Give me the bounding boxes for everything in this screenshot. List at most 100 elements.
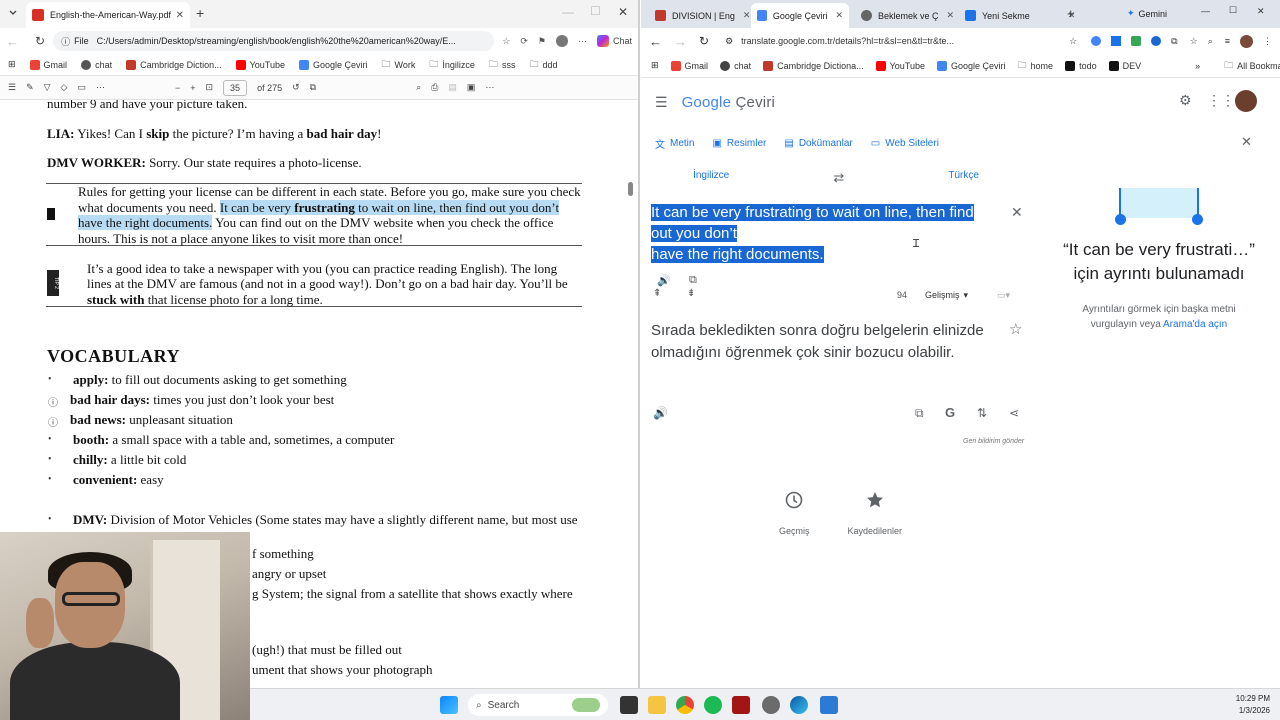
close-window-button[interactable]: ✕ <box>1257 6 1265 17</box>
erase-icon[interactable]: ◇ <box>61 82 68 93</box>
refresh-page-icon[interactable]: ⟳ <box>520 36 528 47</box>
share-icon[interactable]: ⋖ <box>1009 406 1019 420</box>
google-apps-icon[interactable]: ⋮⋮ <box>1207 92 1235 109</box>
close-window-button[interactable]: ✕ <box>618 5 628 19</box>
spotify-icon[interactable] <box>704 696 722 714</box>
url-field[interactable]: ⓘ File C:/Users/admin/Desktop/streaming/… <box>53 31 495 51</box>
extensions-icon[interactable]: ⚑ <box>538 36 546 47</box>
mode-websites[interactable]: ▭ Web Siteleri <box>871 136 939 151</box>
reload-icon[interactable]: ↻ <box>35 34 45 48</box>
target-language-button[interactable]: Türkçe <box>948 170 979 186</box>
taskbar-search[interactable]: ⌕ Search <box>468 694 608 716</box>
profile-avatar[interactable] <box>1240 34 1253 48</box>
copy-translation-icon[interactable]: ⧉ <box>915 406 924 421</box>
bookmark-todo[interactable]: todo <box>1065 60 1097 71</box>
open-in-search-link[interactable]: Arama'da açın <box>1163 319 1227 330</box>
site-info-icon[interactable]: ⚙ <box>725 36 733 47</box>
start-button[interactable] <box>440 696 458 714</box>
settings-icon[interactable] <box>762 696 780 714</box>
save-as-icon[interactable]: ▣ <box>467 82 476 93</box>
more-menu-icon[interactable]: ⋯ <box>578 36 587 47</box>
chrome-menu-icon[interactable]: ⋮ <box>1263 36 1272 47</box>
contents-icon[interactable]: ☰ <box>8 82 16 93</box>
send-feedback-link[interactable]: Geri bildirim gönder <box>963 438 1024 445</box>
edge-icon[interactable] <box>790 696 808 714</box>
tab-search-icon[interactable]: ⌕ <box>1208 36 1213 47</box>
search-icon[interactable]: ⌕ <box>416 82 421 93</box>
fit-page-icon[interactable]: ⊡ <box>206 82 214 93</box>
listen-translation-icon[interactable]: 🔊 <box>653 406 668 420</box>
copilot-chat-label[interactable]: Chat <box>613 36 632 46</box>
system-clock[interactable]: 10:29 PM 1/3/2026 <box>1236 693 1270 717</box>
model-dropdown[interactable]: Gelişmiş ▾ <box>925 290 968 301</box>
forward-icon[interactable]: → <box>674 34 687 49</box>
bookmark-cambridge[interactable]: Cambridge Dictiona... <box>763 60 864 71</box>
extension-icon[interactable] <box>1151 36 1162 46</box>
notepad-icon[interactable] <box>820 696 838 714</box>
source-textarea[interactable]: It can be very frustrating to wait on li… <box>651 202 1003 265</box>
bookmark-youtube[interactable]: YouTube <box>235 59 285 70</box>
close-tab-icon[interactable]: ✕ <box>743 10 751 21</box>
extension-icon[interactable] <box>1131 36 1142 46</box>
bookmark-gmail[interactable]: Gmail <box>29 59 67 70</box>
apps-grid-icon[interactable]: ⊞ <box>651 60 659 71</box>
media-icon[interactable]: ≡ <box>1225 36 1230 46</box>
reading-list-icon[interactable]: ☆ <box>1190 36 1198 47</box>
extension-icon[interactable] <box>1111 36 1122 46</box>
close-panel-icon[interactable]: ✕ <box>1241 134 1252 150</box>
maximize-button[interactable]: ☐ <box>1229 5 1237 16</box>
minimize-button[interactable]: — <box>562 5 574 19</box>
extension-icon[interactable] <box>1091 36 1102 46</box>
source-language-button[interactable]: İngilizce <box>693 170 729 186</box>
account-avatar[interactable] <box>1235 90 1257 112</box>
bookmark-google-ceviri[interactable]: Google Çeviri <box>937 60 1006 71</box>
tab-division[interactable]: DIVISION | Eng ✕ <box>649 3 756 28</box>
bookmark-work[interactable]: 🗀 Work <box>382 57 416 73</box>
close-tab-icon[interactable]: ✕ <box>176 10 184 21</box>
keyboard-icon[interactable]: ▭▾ <box>997 290 1010 301</box>
bookmark-home[interactable]: 🗀 home <box>1018 58 1054 74</box>
swap-languages-icon[interactable]: ⇄ <box>833 170 844 186</box>
all-bookmarks[interactable]: 🗀All Bookmarks <box>1224 58 1280 74</box>
extensions-puzzle-icon[interactable]: ⧉ <box>1171 36 1177 47</box>
google-search-icon[interactable]: G <box>945 405 955 420</box>
bookmark-star-icon[interactable]: ☆ <box>1069 36 1077 47</box>
url-field[interactable]: ⚙ translate.google.com.tr/details?hl=tr&… <box>717 31 1061 51</box>
bookmark-sidebar-icon[interactable]: ⊞ <box>8 59 16 70</box>
save-translation-star-icon[interactable]: ☆ <box>1009 320 1022 338</box>
bookmark-chat[interactable]: chat <box>720 60 751 71</box>
new-tab-button[interactable]: + <box>196 5 204 21</box>
bookmark-sss[interactable]: 🗀 sss <box>489 57 516 73</box>
rotate-icon[interactable]: ↺ <box>292 82 300 93</box>
saved-button[interactable]: Kaydedilenler <box>848 486 902 536</box>
copy-source-icon[interactable]: ⧉ <box>689 274 697 287</box>
reload-icon[interactable]: ↻ <box>699 34 709 48</box>
more-tools-icon[interactable]: ⋯ <box>96 82 105 93</box>
tab-list-icon[interactable] <box>8 8 18 18</box>
minimize-button[interactable]: — <box>1201 6 1210 16</box>
back-icon[interactable]: ← <box>6 34 19 49</box>
bookmark-ddd[interactable]: 🗀 ddd <box>529 57 557 73</box>
profile-icon[interactable] <box>555 35 568 47</box>
rate-translation-icon[interactable]: ⇅ <box>977 406 987 420</box>
pdf-more-icon[interactable]: ⋯ <box>485 82 494 93</box>
tab-yeni-sekme[interactable]: Yeni Sekme ✕ <box>959 3 1081 28</box>
bookmark-dev[interactable]: DEV <box>1108 60 1141 71</box>
task-view-icon[interactable] <box>620 696 638 714</box>
print-icon[interactable]: ⎙ <box>431 82 438 93</box>
speaker-small-icon[interactable]: ⇟ <box>687 288 695 299</box>
draw-icon[interactable]: ✎ <box>26 82 34 93</box>
highlight-icon[interactable]: ▽ <box>44 82 51 93</box>
zoom-out-button[interactable]: − <box>175 83 180 93</box>
gt-logo[interactable]: Google Çeviri <box>682 94 776 111</box>
mode-images[interactable]: ▣ Resimler <box>712 136 766 151</box>
bookmark-gmail[interactable]: Gmail <box>670 60 708 71</box>
favorite-star-icon[interactable]: ☆ <box>502 36 510 47</box>
selected-text[interactable]: have the right documents. <box>78 215 213 230</box>
more-bookmarks-icon[interactable]: » <box>1195 61 1200 71</box>
chrome-icon[interactable] <box>676 696 694 714</box>
maximize-button[interactable]: ☐ <box>590 4 601 18</box>
mode-text[interactable]: 文 Metin <box>655 136 694 151</box>
new-tab-button[interactable]: + <box>1067 6 1075 21</box>
settings-gear-icon[interactable]: ⚙ <box>1179 92 1192 109</box>
